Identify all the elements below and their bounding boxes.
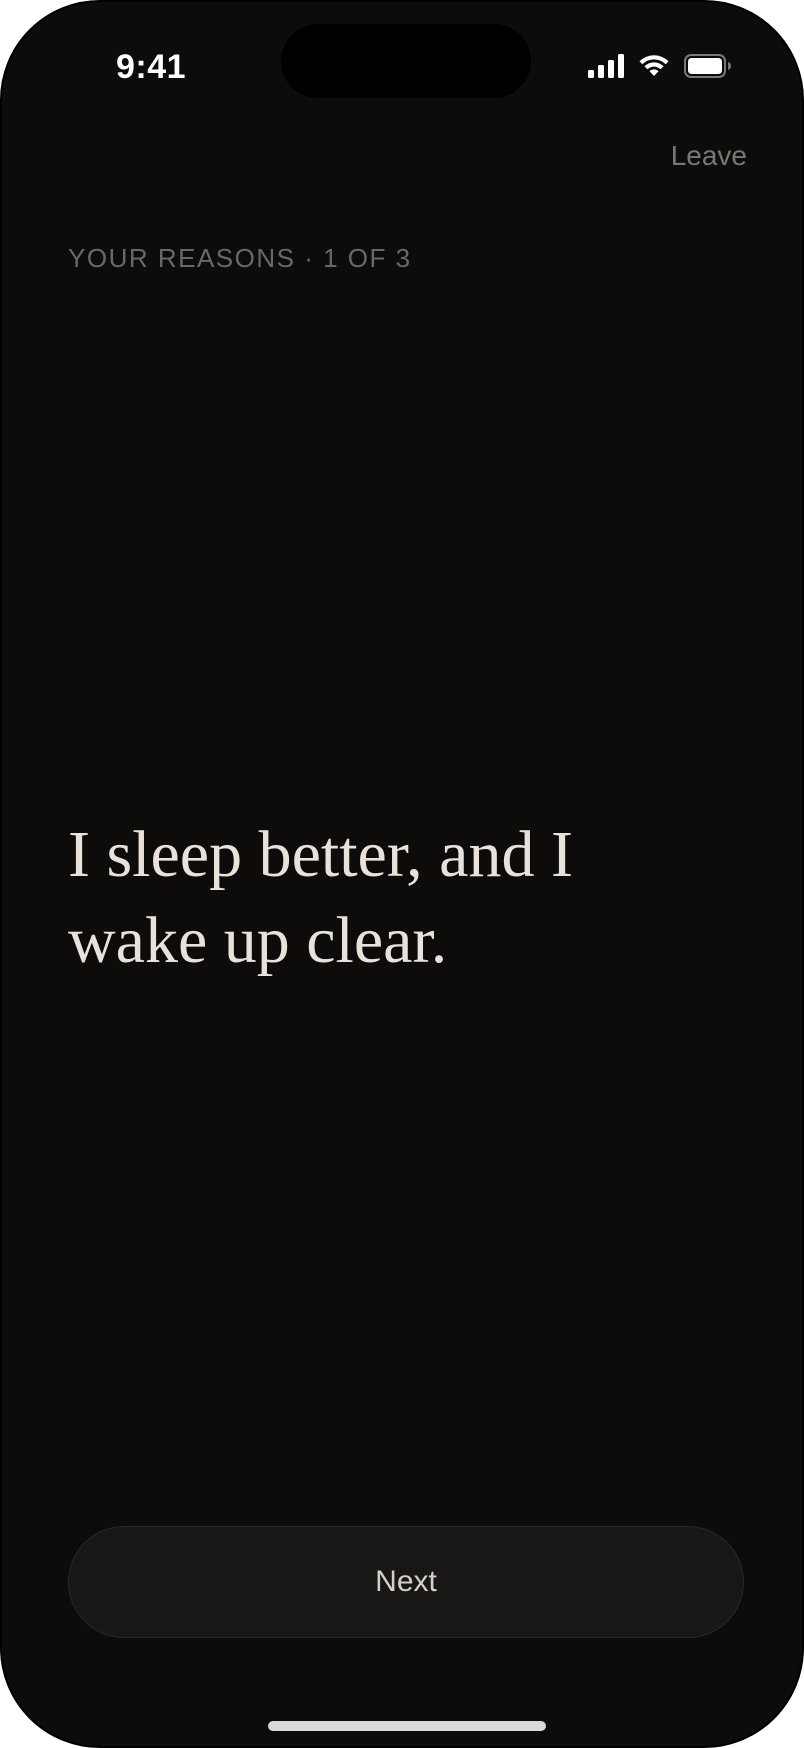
- wifi-icon: [638, 54, 670, 78]
- signal-icon: [588, 54, 624, 78]
- status-icons: [588, 54, 732, 78]
- progress-label: YOUR REASONS · 1 OF 3: [68, 243, 412, 273]
- dynamic-island: [281, 24, 531, 98]
- battery-icon: [684, 54, 732, 78]
- next-button[interactable]: Next: [68, 1526, 744, 1638]
- leave-button[interactable]: Leave: [671, 140, 747, 172]
- reason-text: I sleep better, and I wake up clear.: [68, 818, 573, 977]
- status-bar: 9:41: [2, 2, 802, 142]
- home-indicator[interactable]: [268, 1721, 546, 1731]
- status-time: 9:41: [116, 48, 187, 86]
- phone-screen: 9:41 Leave YOUR REASONS · 1 OF 3 I sleep…: [0, 0, 804, 1748]
- next-button-label: Next: [375, 1565, 437, 1598]
